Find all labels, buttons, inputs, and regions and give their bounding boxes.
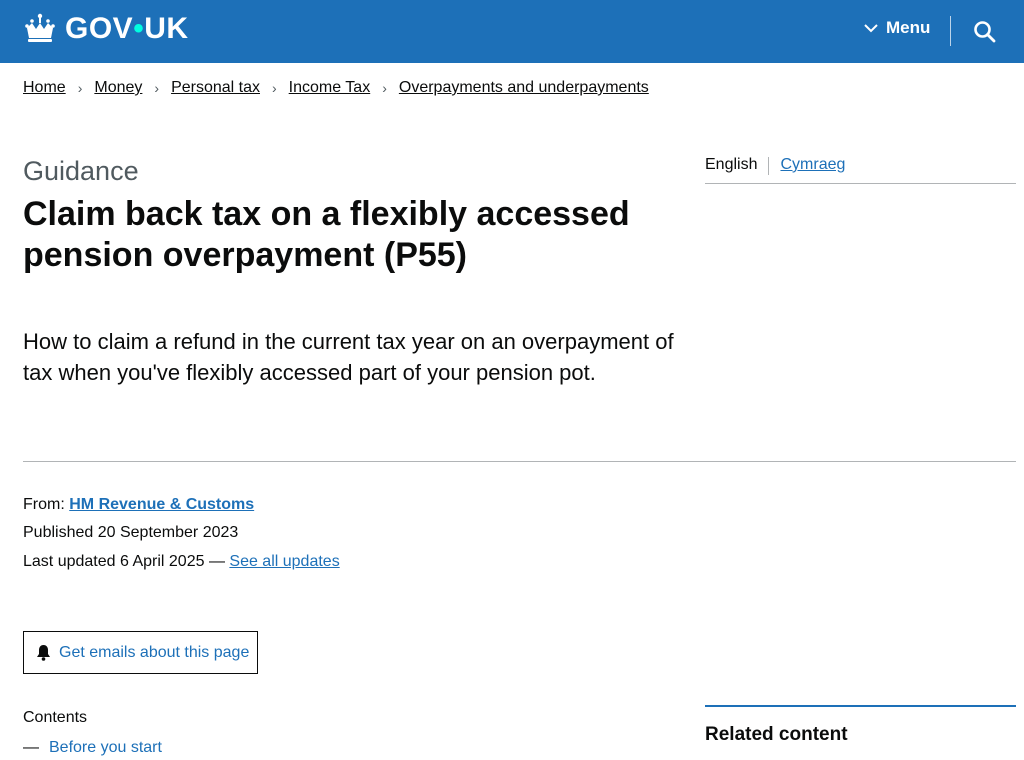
get-emails-button[interactable]: Get emails about this page: [23, 631, 258, 674]
related-content-heading: Related content: [705, 724, 848, 745]
menu-button[interactable]: Menu: [864, 18, 930, 38]
page-caption: Guidance: [23, 156, 139, 186]
chevron-right-icon: ›: [272, 80, 277, 96]
chevron-down-icon: [864, 23, 878, 32]
contents-list-item: — Before you start: [23, 739, 162, 757]
breadcrumb-personal-tax[interactable]: Personal tax: [171, 79, 260, 97]
metadata-published: Published 20 September 2023: [23, 524, 238, 542]
get-emails-label: Get emails about this page: [59, 643, 250, 661]
govuk-logo-link[interactable]: GOV•UK: [23, 12, 189, 46]
see-all-updates-link[interactable]: See all updates: [229, 553, 339, 570]
chevron-right-icon: ›: [382, 80, 387, 96]
header-divider: [950, 16, 951, 46]
section-divider: [23, 461, 1016, 462]
language-welsh-link[interactable]: Cymraeg: [780, 156, 845, 174]
breadcrumb: Home › Money › Personal tax › Income Tax…: [23, 79, 649, 97]
published-label: Published: [23, 524, 94, 541]
language-switcher: English Cymraeg: [705, 156, 1016, 184]
chevron-right-icon: ›: [154, 80, 160, 96]
menu-label: Menu: [886, 18, 931, 37]
updated-label: Last updated: [23, 553, 116, 570]
breadcrumb-home[interactable]: Home: [23, 79, 66, 97]
contents-link-before-you-start[interactable]: Before you start: [49, 739, 162, 757]
contents-heading: Contents: [23, 709, 88, 726]
chevron-right-icon: ›: [77, 80, 83, 96]
page-lede: How to claim a refund in the current tax…: [23, 329, 674, 385]
published-date: 20 September 2023: [97, 524, 239, 541]
breadcrumb-money[interactable]: Money: [94, 79, 142, 97]
from-label: From:: [23, 496, 65, 513]
site-header: GOV•UK Menu: [0, 0, 1024, 63]
page-title: Claim back tax on a flexibly accessed pe…: [23, 195, 630, 274]
language-current: English: [705, 156, 758, 173]
language-divider: [768, 157, 770, 175]
metadata-updated: Last updated 6 April 2025 — See all upda…: [23, 553, 340, 571]
breadcrumb-income-tax[interactable]: Income Tax: [289, 79, 371, 97]
logo-wordmark: GOV•UK: [65, 12, 189, 45]
contents-dash: —: [23, 739, 39, 756]
metadata-from: From: HM Revenue & Customs: [23, 496, 254, 514]
bell-icon: [37, 645, 50, 661]
search-icon[interactable]: [972, 19, 998, 45]
organisation-link[interactable]: HM Revenue & Customs: [69, 496, 254, 513]
updated-date: 6 April 2025 —: [119, 553, 225, 570]
crown-icon: [25, 13, 55, 42]
related-divider: [705, 705, 1016, 707]
breadcrumb-overpayments[interactable]: Overpayments and underpayments: [399, 79, 649, 97]
